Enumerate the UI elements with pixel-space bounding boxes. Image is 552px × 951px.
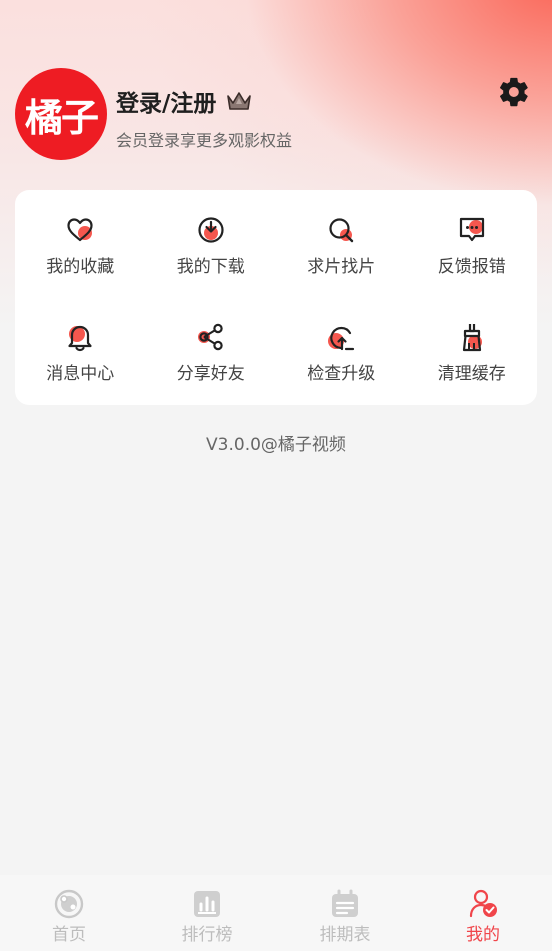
tab-label: 我的 <box>466 925 500 945</box>
login-title: 登录/注册 <box>116 91 217 117</box>
tab-ranking[interactable]: 排行榜 <box>138 875 276 951</box>
bell-icon <box>68 325 92 352</box>
profile-icon <box>469 889 497 918</box>
menu-item-label: 消息中心 <box>46 364 115 384</box>
login-subtitle: 会员登录享更多观影权益 <box>116 131 293 150</box>
download-icon <box>198 217 224 243</box>
menu-item-label: 反馈报错 <box>437 257 506 277</box>
app-logo-avatar[interactable]: 橘子 <box>15 68 107 160</box>
ranking-icon <box>194 891 220 917</box>
tab-mine[interactable]: 我的 <box>414 875 552 951</box>
share-icon <box>197 323 223 351</box>
tab-schedule[interactable]: 排期表 <box>276 875 414 951</box>
upgrade-icon <box>328 326 355 351</box>
calendar-icon <box>332 889 358 917</box>
tab-label: 排行榜 <box>181 925 233 945</box>
search-film-icon <box>329 218 354 243</box>
tab-home[interactable]: 首页 <box>0 875 138 951</box>
crown-icon <box>227 92 252 110</box>
menu-item-label: 清理缓存 <box>437 364 506 384</box>
menu-card: 我的收藏 我的下载 求片找片 反馈报错 消息中心 分享好友 检查升级 清理缓存 <box>15 190 537 405</box>
menu-item-messages[interactable]: 消息中心 <box>15 297 146 405</box>
login-register-link[interactable]: 登录/注册 <box>116 84 252 118</box>
menu-item-check-update[interactable]: 检查升级 <box>276 297 407 405</box>
menu-item-label: 求片找片 <box>307 257 376 277</box>
menu-item-downloads[interactable]: 我的下载 <box>146 190 277 297</box>
settings-gear-icon[interactable] <box>497 75 531 109</box>
menu-item-request-film[interactable]: 求片找片 <box>276 190 407 297</box>
menu-item-feedback[interactable]: 反馈报错 <box>407 190 538 297</box>
menu-item-favorites[interactable]: 我的收藏 <box>15 190 146 297</box>
version-text: V3.0.0@橘子视频 <box>206 435 346 455</box>
menu-item-clear-cache[interactable]: 清理缓存 <box>407 297 538 405</box>
heart-icon <box>67 218 93 242</box>
menu-item-label: 我的收藏 <box>46 257 115 277</box>
menu-item-label: 我的下载 <box>176 257 245 277</box>
menu-item-share[interactable]: 分享好友 <box>146 297 277 405</box>
bottom-tab-bar: 首页 排行榜 排期表 我的 <box>0 875 552 951</box>
logo-text: 橘子 <box>24 95 99 140</box>
tab-label: 首页 <box>52 925 86 945</box>
feedback-icon <box>459 217 484 242</box>
menu-item-label: 检查升级 <box>307 364 376 384</box>
tab-label: 排期表 <box>319 925 371 945</box>
home-icon <box>54 889 84 919</box>
broom-icon <box>462 324 482 352</box>
menu-item-label: 分享好友 <box>176 364 245 384</box>
